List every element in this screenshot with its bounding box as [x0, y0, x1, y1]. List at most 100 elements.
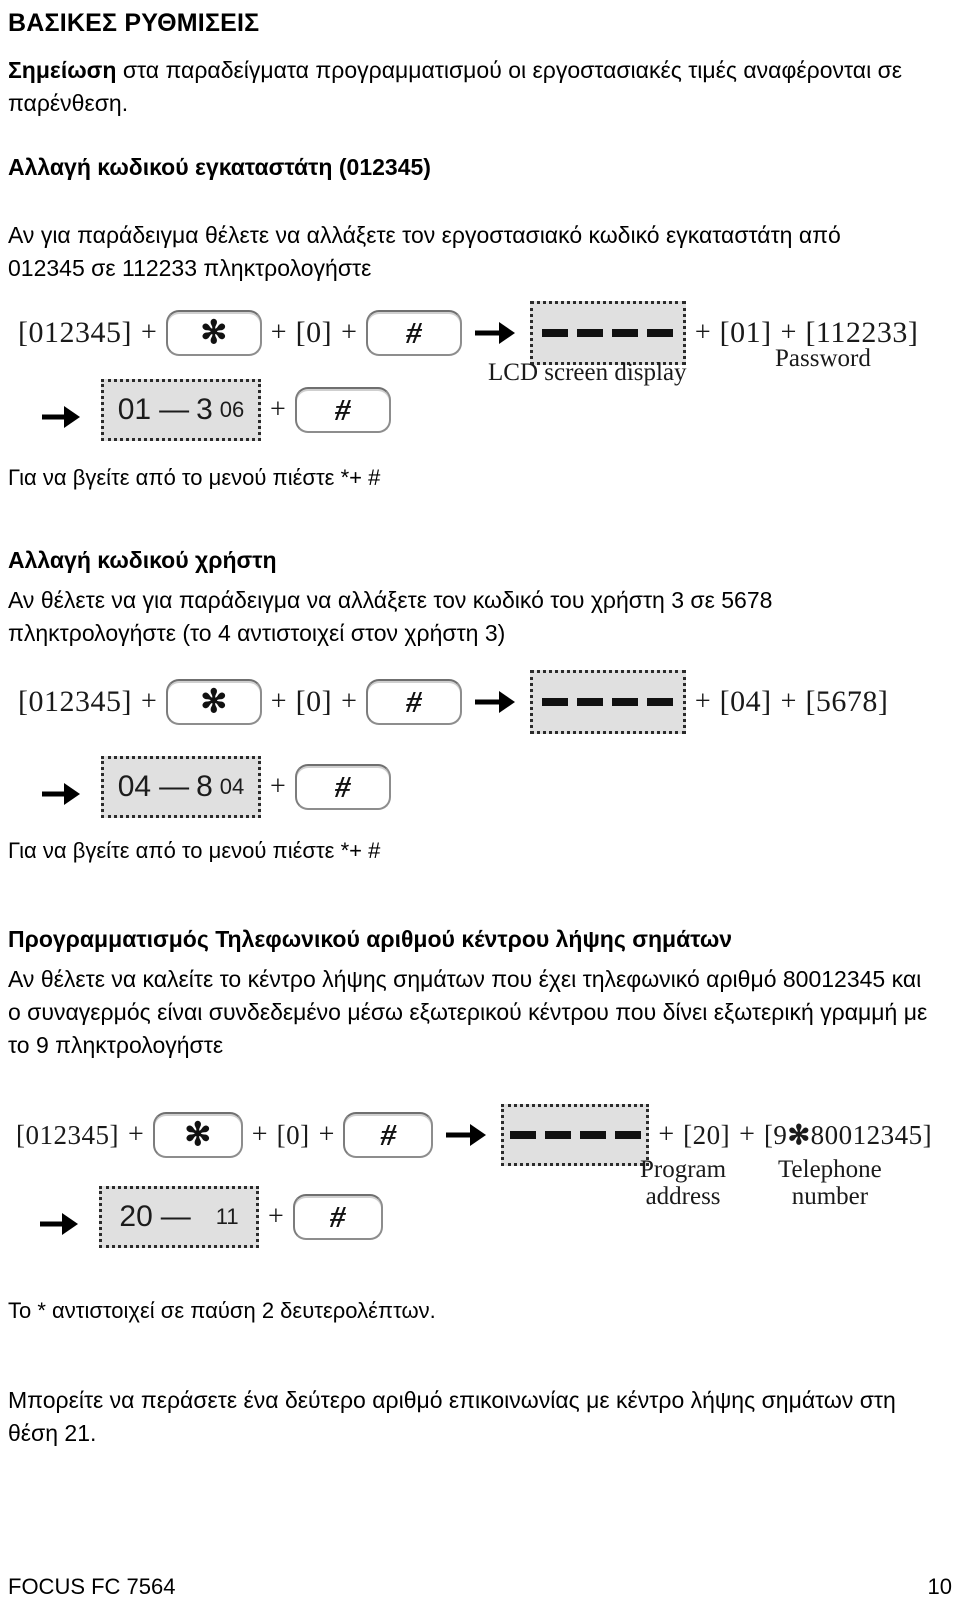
arrow-right-icon — [475, 691, 517, 713]
lcd-screen-blank — [501, 1104, 650, 1166]
telephone-caption-line2: number — [791, 1183, 869, 1210]
lcd-screen-result: 04 — 8 04 — [101, 756, 261, 818]
lcd-dash — [577, 329, 604, 337]
hash-icon: # — [406, 314, 422, 350]
plus-sign: + — [270, 771, 286, 802]
lcd-dash — [544, 1131, 571, 1139]
plus-sign: + — [127, 1119, 144, 1150]
password-value: [5678] — [805, 685, 889, 718]
plus-sign: + — [341, 317, 357, 348]
zero-code-value: [0] — [295, 316, 333, 349]
diagram-user-code: [012345] + ✻ + [0] + # + [04] + [5678] 0… — [0, 670, 960, 818]
lcd-result-left: 20 — [119, 1200, 153, 1233]
lcd-screen-blank — [529, 670, 686, 734]
lcd-result-right: 06 — [219, 397, 245, 422]
arrow-bent-icon — [36, 770, 88, 804]
note-label: Σημείωση — [8, 57, 117, 83]
plus-sign: + — [140, 317, 157, 348]
lcd-result-left: 01 — [117, 393, 152, 426]
key-star[interactable]: ✻ — [165, 310, 262, 356]
password-caption: Password — [775, 345, 871, 372]
lcd-dash — [647, 329, 674, 337]
telephone-paragraph: Αν θέλετε να καλείτε το κέντρο λήψης σημ… — [8, 966, 928, 1058]
arrow-right-icon — [475, 322, 517, 344]
program-address-caption: Program address — [640, 1156, 726, 1210]
hash-icon: # — [335, 768, 351, 804]
plus-sign: + — [270, 317, 287, 348]
second-number-note: Μπορείτε να περάσετε ένα δεύτερο αριθμό … — [8, 1387, 896, 1446]
plus-sign: + — [658, 1119, 675, 1150]
key-star[interactable]: ✻ — [165, 679, 262, 725]
key-hash[interactable]: # — [294, 387, 391, 433]
section-heading-user: Αλλαγή κωδικού χρήστη — [8, 547, 277, 573]
lcd-dash — [509, 1131, 536, 1139]
lcd-dash — [577, 698, 604, 706]
lcd-dash — [542, 329, 569, 337]
hash-icon: # — [380, 1116, 397, 1152]
arrow-bent-icon — [34, 1200, 86, 1234]
arrow-bent-icon — [36, 393, 88, 427]
plus-sign: + — [318, 1119, 335, 1150]
lcd-result-right: 04 — [219, 774, 245, 799]
zero-code-value: [0] — [276, 1119, 310, 1150]
diagram-telephone-number: [012345] + ✻ + [0] + # + [20] + [9✻80012… — [0, 1104, 960, 1254]
user-paragraph: Αν θέλετε να για παράδειγμα να αλλάξετε … — [8, 587, 773, 646]
key-star[interactable]: ✻ — [152, 1112, 243, 1158]
program-address-caption-line1: Program — [640, 1156, 727, 1183]
lcd-result-mid: 3 — [196, 393, 213, 426]
diagram-row-result: 01 — 3 06 + # — [8, 379, 960, 441]
telephone-star-icon: ✻ — [787, 1119, 811, 1150]
lcd-result-right: 11 — [215, 1204, 239, 1229]
diagram-installer-code: [012345] + ✻ + [0] + # + [01] + [112233]… — [0, 301, 960, 447]
key-hash[interactable]: # — [365, 679, 462, 725]
program-address-value: [20] — [683, 1119, 731, 1150]
key-hash[interactable]: # — [292, 1194, 383, 1240]
lcd-result-left: 04 — [117, 770, 152, 803]
section-heading-installer: Αλλαγή κωδικού εγκαταστάτη (012345) — [8, 154, 431, 180]
installer-code-value: [012345] — [16, 1119, 119, 1150]
zero-code-value: [0] — [295, 685, 333, 718]
key-hash[interactable]: # — [294, 764, 391, 810]
plus-sign: + — [268, 1201, 284, 1232]
star-icon: ✻ — [200, 683, 228, 719]
lcd-screen-blank — [529, 301, 686, 365]
installer-paragraph: Αν για παράδειγμα θέλετε να αλλάξετε τον… — [8, 222, 841, 281]
lcd-screen-caption: LCD screen display — [488, 359, 687, 386]
lcd-dash — [542, 698, 569, 706]
key-hash[interactable]: # — [343, 1112, 434, 1158]
plus-sign: + — [694, 686, 711, 717]
pause-note: Το * αντιστοιχεί σε παύση 2 δευτερολέπτω… — [8, 1298, 436, 1323]
lcd-screen-result: 20 — 11 — [99, 1186, 259, 1248]
lcd-screen-result: 01 — 3 06 — [101, 379, 261, 441]
program-address-value: [01] — [719, 316, 772, 349]
plus-sign: + — [251, 1119, 268, 1150]
telephone-digits: 80012345] — [810, 1119, 933, 1150]
lcd-result-dash: — — [159, 770, 190, 803]
plus-sign: + — [341, 686, 357, 717]
program-address-caption-line2: address — [645, 1183, 721, 1210]
plus-sign: + — [739, 1119, 755, 1150]
telephone-number-value: [9✻80012345] — [764, 1120, 932, 1151]
telephone-caption: Telephone number — [778, 1156, 882, 1210]
user-exit-note: Για να βγείτε από το μενού πιέστε *+ # — [8, 838, 381, 863]
note-paragraph: Σημείωση στα παραδείγματα προγραμματισμο… — [0, 38, 938, 120]
note-text: στα παραδείγματα προγραμματισμού οι εργο… — [8, 57, 903, 116]
diagram-row-primary: [012345] + ✻ + [0] + # + [04] + [5678] — [8, 670, 960, 734]
lcd-dash — [612, 698, 639, 706]
page-footer: FOCUS FC 7564 10 — [8, 1574, 952, 1600]
footer-page-number: 10 — [927, 1574, 952, 1599]
star-icon: ✻ — [200, 314, 228, 350]
lcd-dash — [614, 1131, 641, 1139]
plus-sign: + — [270, 394, 286, 425]
lcd-dash — [612, 329, 639, 337]
telephone-prefix: [9 — [763, 1119, 788, 1150]
star-icon: ✻ — [184, 1116, 212, 1152]
lcd-dash — [647, 698, 674, 706]
lcd-dash — [579, 1131, 606, 1139]
footer-model: FOCUS FC 7564 — [8, 1574, 176, 1599]
lcd-result-mid: 8 — [196, 770, 213, 803]
plus-sign: + — [780, 686, 797, 717]
section-heading-telephone: Προγραμματισμός Τηλεφωνικού αριθμού κέντ… — [8, 926, 733, 952]
key-hash[interactable]: # — [365, 310, 462, 356]
hash-icon: # — [335, 391, 351, 427]
